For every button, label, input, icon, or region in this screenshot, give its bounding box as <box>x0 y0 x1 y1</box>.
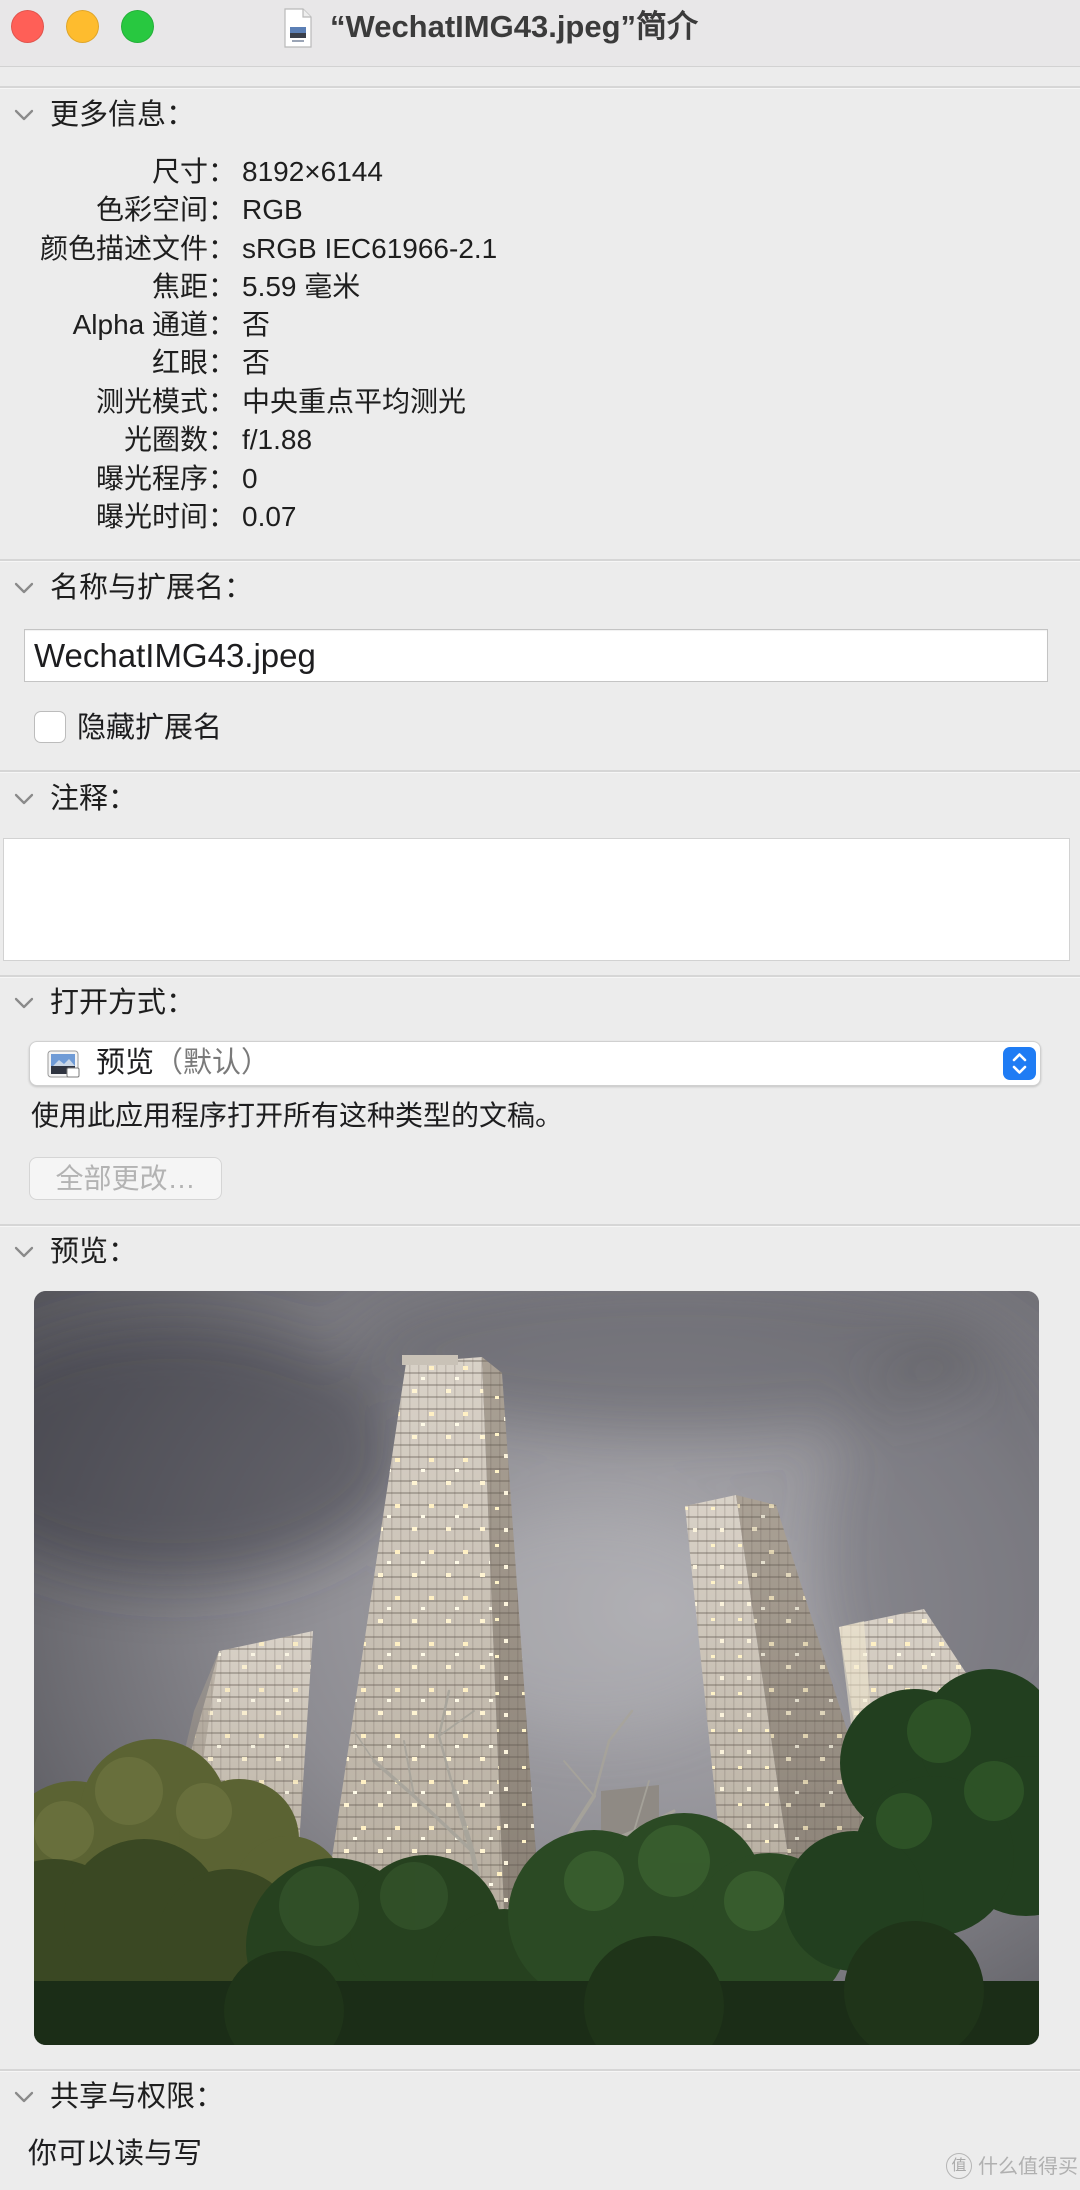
watermark: 值 什么值得买 <box>946 2152 1078 2182</box>
info-row-metering-mode: 测光模式： 中央重点平均测光 <box>0 383 1080 421</box>
section-title: 注释： <box>50 783 138 815</box>
preview-photo <box>34 1291 1039 2045</box>
open-with-app-popup[interactable]: 预览（默认） <box>29 1041 1041 1086</box>
section-title: 更多信息： <box>50 99 196 131</box>
section-header-open-with[interactable]: 打开方式： <box>0 983 700 1023</box>
info-row-dimensions: 尺寸： 8192×6144 <box>0 153 1080 191</box>
info-row-color-profile: 颜色描述文件： sRGB IEC61966-2.1 <box>0 230 1080 268</box>
section-divider <box>0 2069 1080 2072</box>
chevron-down-icon[interactable] <box>14 2091 34 2103</box>
section-header-preview[interactable]: 预览： <box>0 1232 700 1272</box>
section-header-sharing-permissions[interactable]: 共享与权限： <box>0 2077 700 2117</box>
section-title: 打开方式： <box>50 987 196 1019</box>
default-suffix-text: （默认） <box>154 1047 271 1079</box>
info-value: 中央重点平均测光 <box>242 386 467 417</box>
minimize-button[interactable] <box>66 10 99 43</box>
section-divider <box>0 86 1080 89</box>
hide-extension-label[interactable]: 隐藏扩展名 <box>77 708 222 748</box>
info-label: 红眼： <box>151 347 236 378</box>
info-row-red-eye: 红眼： 否 <box>0 344 1080 382</box>
chevron-down-icon[interactable] <box>14 997 34 1009</box>
hide-extension-checkbox[interactable] <box>34 711 66 743</box>
info-label: 焦距： <box>151 271 236 302</box>
section-divider <box>0 770 1080 773</box>
info-row-exposure-time: 曝光时间： 0.07 <box>0 498 1080 536</box>
chevron-down-icon[interactable] <box>14 109 34 121</box>
info-value: 否 <box>242 347 271 378</box>
zoom-button[interactable] <box>121 10 154 43</box>
section-divider <box>0 1224 1080 1227</box>
app-name-text: 预览 <box>96 1047 155 1079</box>
popup-stepper-icon[interactable] <box>1003 1047 1036 1080</box>
info-label: 颜色描述文件： <box>39 233 236 264</box>
info-label: 曝光时间： <box>95 501 236 532</box>
info-value: sRGB IEC61966-2.1 <box>242 233 498 264</box>
info-label: Alpha 通道： <box>72 309 236 340</box>
close-button[interactable] <box>11 10 44 43</box>
chevron-down-icon[interactable] <box>14 1246 34 1258</box>
info-label: 曝光程序： <box>95 463 236 494</box>
info-row-focal-length: 焦距： 5.59 毫米 <box>0 268 1080 306</box>
preview-app-icon <box>47 1050 80 1078</box>
info-row-color-space: 色彩空间： RGB <box>0 191 1080 229</box>
info-label: 测光模式： <box>95 386 236 417</box>
watermark-badge: 值 <box>946 2153 972 2179</box>
info-value: f/1.88 <box>242 424 313 455</box>
info-value: 0 <box>242 463 258 494</box>
permission-status: 你可以读与写 <box>28 2138 203 2170</box>
get-info-window: “WechatIMG43.jpeg”简介 更多信息： 尺寸： 8192×6144… <box>0 0 1080 2190</box>
title-bar: “WechatIMG43.jpeg”简介 <box>0 0 1080 67</box>
filename-field[interactable]: WechatIMG43.jpeg <box>24 629 1048 682</box>
info-value: 5.59 毫米 <box>242 271 361 302</box>
chevron-down-icon[interactable] <box>14 582 34 594</box>
section-title: 预览： <box>50 1236 138 1268</box>
section-header-comments[interactable]: 注释： <box>0 779 700 819</box>
section-divider <box>0 975 1080 978</box>
window-title: “WechatIMG43.jpeg”简介 <box>330 9 699 44</box>
preview-image <box>34 1291 1039 2045</box>
jpeg-file-icon <box>282 7 314 49</box>
info-row-alpha-channel: Alpha 通道： 否 <box>0 306 1080 344</box>
section-header-name-extension[interactable]: 名称与扩展名： <box>0 568 700 608</box>
watermark-text: 什么值得买 <box>978 2156 1078 2178</box>
info-value: 否 <box>242 309 271 340</box>
info-row-f-number: 光圈数： f/1.88 <box>0 421 1080 459</box>
section-divider <box>0 559 1080 562</box>
open-with-description: 使用此应用程序打开所有这种类型的文稿。 <box>31 1100 564 1131</box>
info-label: 色彩空间： <box>95 194 236 225</box>
info-row-exposure-program: 曝光程序： 0 <box>0 460 1080 498</box>
change-all-button[interactable]: 全部更改… <box>29 1157 222 1200</box>
info-label: 尺寸： <box>151 156 236 187</box>
section-title: 名称与扩展名： <box>50 572 254 604</box>
info-value: RGB <box>242 194 303 225</box>
selected-app-name: 预览（默认） <box>96 1042 270 1085</box>
section-title: 共享与权限： <box>50 2081 225 2113</box>
info-label: 光圈数： <box>123 424 236 455</box>
section-header-more-info[interactable]: 更多信息： <box>0 95 700 135</box>
chevron-down-icon[interactable] <box>14 793 34 805</box>
info-value: 0.07 <box>242 501 297 532</box>
comments-textarea[interactable] <box>3 838 1070 961</box>
info-value: 8192×6144 <box>242 156 383 187</box>
